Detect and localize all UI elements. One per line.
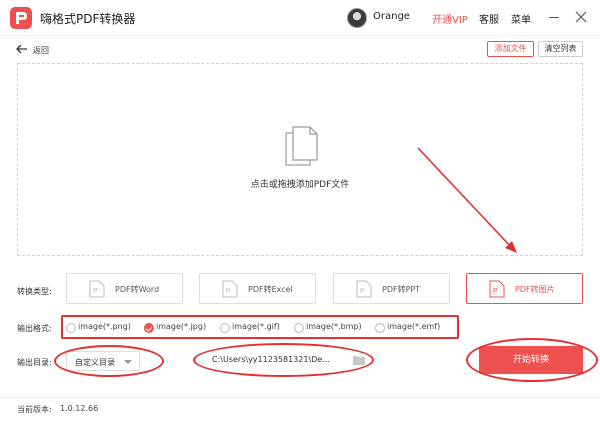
app-title: 嗨格式PDF转换器 bbox=[40, 12, 136, 26]
menu-link[interactable]: 菜单 bbox=[511, 11, 531, 26]
radio-label-bmp: image(*.bmp) bbox=[306, 322, 362, 331]
app-logo-icon bbox=[10, 7, 32, 29]
pdf-to-image-button[interactable]: P PDF转图片 bbox=[466, 273, 583, 304]
svg-text:P: P bbox=[93, 288, 98, 295]
vip-link[interactable]: 开通VIP bbox=[432, 11, 468, 26]
svg-text:P: P bbox=[226, 288, 231, 295]
pdf-file-icon: P bbox=[489, 280, 505, 298]
close-icon[interactable] bbox=[573, 9, 589, 25]
radio-dot[interactable] bbox=[220, 323, 230, 333]
pdf-file-icon: P bbox=[356, 280, 372, 298]
conversion-type-label-ppt: PDF转PPT bbox=[382, 285, 421, 294]
username[interactable]: Orange bbox=[373, 11, 410, 22]
svg-text:P: P bbox=[360, 288, 365, 295]
output-format-label: 输出格式: bbox=[17, 324, 52, 333]
pdf-to-ppt-button[interactable]: P PDF转PPT bbox=[333, 273, 450, 304]
clear-list-button[interactable]: 清空列表 bbox=[538, 41, 583, 57]
output-dir-label: 输出目录: bbox=[17, 358, 52, 367]
annotation-ellipse bbox=[193, 343, 374, 377]
annotation-ellipse bbox=[54, 345, 164, 377]
version-label: 当前版本: bbox=[17, 405, 52, 414]
radio-label-jpg: image(*.jpg) bbox=[156, 322, 207, 331]
back-link[interactable]: 返回 bbox=[33, 45, 49, 56]
document-stack-icon bbox=[285, 126, 318, 166]
customer-service-link[interactable]: 客服 bbox=[479, 11, 499, 26]
conversion-type-label-image: PDF转图片 bbox=[515, 285, 555, 294]
pdf-to-excel-button[interactable]: P PDF转Excel bbox=[199, 273, 316, 304]
radio-label-gif: image(*.gif) bbox=[232, 322, 280, 331]
conversion-type-label: 转换类型: bbox=[17, 287, 52, 296]
radio-dot[interactable] bbox=[375, 323, 385, 333]
conversion-type-label-excel: PDF转Excel bbox=[248, 285, 293, 294]
avatar[interactable] bbox=[347, 8, 367, 28]
svg-text:P: P bbox=[493, 288, 498, 295]
status-bar: 当前版本: 1.0.12.66 bbox=[0, 397, 600, 421]
conversion-type-label-word: PDF转Word bbox=[115, 285, 160, 294]
pdf-to-word-button[interactable]: P PDF转Word bbox=[66, 273, 183, 304]
radio-label-png: image(*.png) bbox=[78, 322, 131, 331]
radio-dot[interactable] bbox=[66, 323, 76, 333]
radio-label-emf: image(*.emf) bbox=[387, 322, 441, 331]
annotation-arrow bbox=[417, 147, 517, 253]
annotation-ellipse bbox=[466, 338, 598, 382]
pdf-file-icon: P bbox=[89, 280, 105, 298]
add-file-button[interactable]: 添加文件 bbox=[487, 41, 534, 57]
pdf-file-icon: P bbox=[222, 280, 238, 298]
radio-dot-checked[interactable] bbox=[144, 323, 154, 333]
minimize-icon[interactable] bbox=[546, 9, 562, 25]
title-bar: 嗨格式PDF转换器 Orange 开通VIP 客服 菜单 bbox=[0, 0, 600, 36]
version-value: 1.0.12.66 bbox=[60, 404, 99, 413]
radio-dot[interactable] bbox=[294, 323, 304, 333]
back-arrow-icon[interactable] bbox=[16, 44, 28, 54]
